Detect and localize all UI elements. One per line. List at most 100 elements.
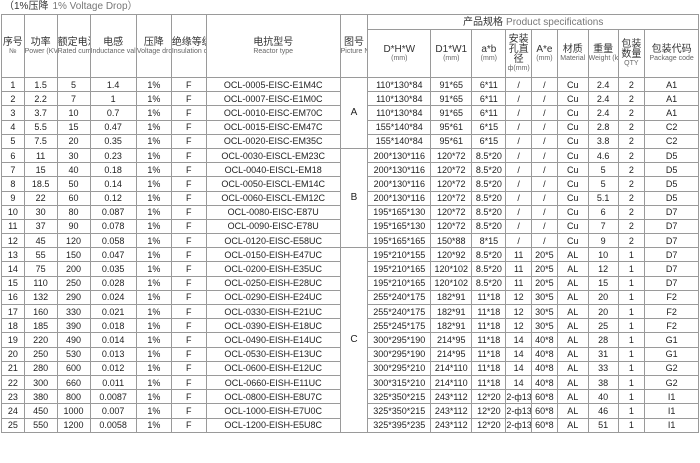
- cell-power: 250: [23, 346, 58, 362]
- cell-material: Cu: [556, 133, 589, 149]
- cell-package: D5: [644, 162, 699, 178]
- cell-power: 75: [23, 261, 58, 277]
- cell-inductance: 0.047: [89, 247, 137, 263]
- cell-package: D5: [644, 147, 699, 164]
- cell-ab: 6*11: [471, 76, 507, 93]
- cell-drop: 1%: [135, 133, 172, 149]
- cell-current: 1200: [56, 417, 91, 433]
- cell-qty: 1: [617, 261, 646, 277]
- cell-d1w1: 91*65: [430, 105, 473, 121]
- cell-current: 1000: [56, 403, 91, 419]
- cell-drop: 1%: [135, 303, 172, 320]
- cell-no: 2: [1, 91, 25, 107]
- cell-inductance: 0.035: [89, 261, 137, 277]
- cell-drop: 1%: [135, 403, 172, 419]
- cell-d1w1: 120*72: [430, 218, 473, 235]
- cell-power: 2.2: [23, 91, 58, 107]
- cell-drop: 1%: [135, 91, 172, 107]
- cell-current: 40: [56, 162, 91, 178]
- cell-package: I1: [644, 389, 699, 405]
- cell-hole: /: [505, 76, 533, 93]
- cell-current: 330: [56, 303, 91, 320]
- cell-model: OCL-0390-EISH-E18UC: [205, 318, 341, 334]
- cell-model: OCL-0800-EISH-E8U7C: [205, 389, 341, 405]
- cell-hole: 2-ф13: [505, 417, 533, 433]
- cell-current: 600: [56, 360, 91, 376]
- cell-inductance: 0.012: [89, 360, 137, 376]
- cell-hole: 14: [505, 332, 533, 348]
- cell-dhw: 200*130*116: [367, 190, 432, 206]
- cell-no: 25: [1, 417, 25, 433]
- cell-package: G2: [644, 374, 699, 391]
- cell-material: Cu: [556, 119, 589, 135]
- cell-hole: 12: [505, 303, 533, 320]
- cell-model: OCL-0330-EISH-E21UC: [205, 303, 341, 320]
- cell-no: 21: [1, 360, 25, 376]
- cell-model: OCL-0660-EISH-E11UC: [205, 374, 341, 391]
- cell-d1w1: 214*95: [430, 332, 473, 348]
- cell-power: 30: [23, 204, 58, 220]
- header-insulation: 绝缘等级Insulation class: [170, 14, 207, 78]
- cell-qty: 1: [617, 318, 646, 334]
- header-ab: a*b (mm): [471, 29, 507, 78]
- cell-power: 7.5: [23, 133, 58, 149]
- cell-drop: 1%: [135, 247, 172, 263]
- cell-insulation: F: [170, 204, 207, 220]
- cell-no: 22: [1, 374, 25, 391]
- table-row: 6 11 30 0.23 1% F OCL-0030-EISCL-EM23C B 200*130…: [1, 147, 699, 249]
- header-power: 功率Power (KVA): [23, 14, 58, 78]
- cell-material: Cu: [556, 176, 589, 192]
- cell-current: 50: [56, 176, 91, 192]
- cell-ab: 8.5*20: [471, 176, 507, 192]
- cell-hole: /: [505, 147, 533, 164]
- cell-ae: 20*5: [531, 261, 558, 277]
- cell-material: AL: [556, 417, 589, 433]
- cell-inductance: 0.013: [89, 346, 137, 362]
- cell-package: C2: [644, 119, 699, 135]
- cell-ae: 20*5: [531, 275, 558, 291]
- cell-inductance: 0.14: [89, 176, 137, 192]
- cell-material: AL: [556, 275, 589, 291]
- cell-ab: 6*11: [471, 105, 507, 121]
- cell-weight: 2.4: [587, 76, 619, 93]
- cell-no: 24: [1, 403, 25, 419]
- cell-package: D5: [644, 176, 699, 192]
- cell-dhw: 300*295*210: [367, 360, 432, 376]
- cell-drop: 1%: [135, 346, 172, 362]
- cell-insulation: F: [170, 403, 207, 419]
- cell-material: AL: [556, 403, 589, 419]
- cell-weight: 3.8: [587, 133, 619, 149]
- cell-insulation: F: [170, 119, 207, 135]
- cell-dhw: 110*130*84: [367, 91, 432, 107]
- cell-model: OCL-0010-EISC-EM70C: [205, 105, 341, 121]
- header-model: 电抗型号 Reactor type: [205, 14, 341, 78]
- cell-d1w1: 120*102: [430, 261, 473, 277]
- cell-package: A1: [644, 76, 699, 93]
- cell-current: 80: [56, 204, 91, 220]
- cell-dhw: 195*165*165: [367, 233, 432, 249]
- cell-no: 7: [1, 162, 25, 178]
- cell-current: 30: [56, 147, 91, 164]
- cell-current: 200: [56, 261, 91, 277]
- cell-model: OCL-0040-EISCL-EM18: [205, 162, 341, 178]
- cell-current: 60: [56, 190, 91, 206]
- cell-insulation: F: [170, 417, 207, 433]
- cell-ae: 40*8: [531, 374, 558, 391]
- cell-ab: 8*15: [471, 233, 507, 249]
- cell-ae: 60*8: [531, 417, 558, 433]
- cell-drop: 1%: [135, 76, 172, 93]
- cell-power: 37: [23, 218, 58, 235]
- header-current: 额定电流Rated current (A): [56, 14, 91, 78]
- cell-no: 13: [1, 247, 25, 263]
- cell-hole: 2-ф13: [505, 389, 533, 405]
- cell-model: OCL-1200-EISH-E5U8C: [205, 417, 341, 433]
- cell-ae: 60*8: [531, 403, 558, 419]
- cell-model: OCL-0007-EISC-E1M0C: [205, 91, 341, 107]
- cell-inductance: 0.028: [89, 275, 137, 291]
- cell-inductance: 0.35: [89, 133, 137, 149]
- cell-weight: 20: [587, 289, 619, 306]
- cell-drop: 1%: [135, 289, 172, 306]
- cell-insulation: F: [170, 190, 207, 206]
- cell-material: Cu: [556, 233, 589, 249]
- cell-hole: 11: [505, 261, 533, 277]
